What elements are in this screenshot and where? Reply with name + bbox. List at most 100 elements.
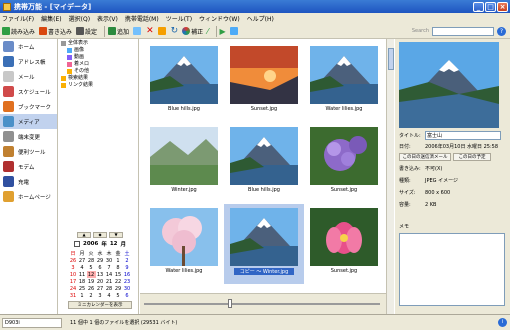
media-thumbnail[interactable]: Blue hills.jpg: [224, 123, 304, 203]
calendar-day[interactable]: 6: [96, 264, 105, 271]
tree-item-other[interactable]: その他: [61, 68, 136, 75]
sidebar-item-media[interactable]: メディア: [0, 114, 57, 129]
scrollbar-thumb[interactable]: [388, 48, 394, 70]
menu-file[interactable]: ファイル(F): [2, 14, 34, 23]
calendar-day[interactable]: 23: [123, 278, 132, 285]
search-input[interactable]: [432, 26, 494, 36]
menu-select[interactable]: 選択(Q): [69, 14, 90, 23]
calendar-day[interactable]: 14: [105, 271, 114, 278]
show-mini-calendar-button[interactable]: ミニカレンダーを表示: [68, 301, 132, 309]
close-button[interactable]: ×: [497, 1, 508, 12]
memo-textarea[interactable]: [399, 233, 505, 306]
sidebar-item-mail[interactable]: メール: [0, 69, 57, 84]
calendar-day[interactable]: 5: [114, 292, 123, 299]
day-schedule-button[interactable]: この日の予定: [453, 153, 491, 161]
calendar-day[interactable]: 7: [105, 264, 114, 271]
calendar-day[interactable]: 24: [69, 285, 78, 292]
calendar-day[interactable]: 25: [78, 285, 87, 292]
today-button[interactable]: ◆: [93, 232, 107, 238]
calendar-day[interactable]: 1: [114, 257, 123, 264]
device-selector[interactable]: D903i: [2, 317, 62, 328]
sidebar-item-address-book[interactable]: アドレス帳: [0, 54, 57, 69]
media-thumbnail[interactable]: Sunset.jpg: [224, 42, 304, 122]
sidebar-item-bookmark[interactable]: ブックマーク: [0, 99, 57, 114]
slider-knob[interactable]: [228, 299, 232, 308]
calendar-day[interactable]: 21: [105, 278, 114, 285]
calendar-day[interactable]: 6: [123, 292, 132, 299]
tree-item-video[interactable]: 動画: [61, 54, 136, 61]
sidebar-item-schedule[interactable]: スケジュール: [0, 84, 57, 99]
sidebar-item-home[interactable]: ホーム: [0, 39, 57, 54]
prev-year-button[interactable]: ▲: [77, 232, 91, 238]
calendar-day[interactable]: 10: [69, 271, 78, 278]
media-thumbnail[interactable]: Sunset.jpg: [304, 204, 384, 284]
media-thumbnail[interactable]: Winter.jpg: [144, 123, 224, 203]
tree-item-ringtone[interactable]: 着メロ: [61, 61, 136, 68]
calendar-day[interactable]: 26: [87, 285, 96, 292]
tree-item-images[interactable]: 画像: [61, 47, 136, 54]
write-button[interactable]: 書き込み: [39, 27, 72, 36]
calendar-day[interactable]: 29: [96, 257, 105, 264]
menu-edit[interactable]: 編集(E): [41, 14, 61, 23]
sidebar-item-tools[interactable]: 便利ツール: [0, 144, 57, 159]
move-button[interactable]: [157, 27, 167, 35]
delete-button[interactable]: ✕: [146, 26, 154, 36]
vertical-scrollbar[interactable]: [386, 39, 394, 314]
sidebar-item-charge[interactable]: 充電: [0, 174, 57, 189]
media-thumbnail[interactable]: Water lilies.jpg: [304, 42, 384, 122]
media-thumbnail[interactable]: コピー ～ Winter.jpg: [224, 204, 304, 284]
calendar-day[interactable]: 8: [114, 264, 123, 271]
menu-phone[interactable]: 携帯電話(M): [125, 14, 159, 23]
calendar-day[interactable]: 9: [123, 264, 132, 271]
tree-item-link-results[interactable]: リンク結果: [61, 82, 136, 89]
view-button[interactable]: [229, 27, 239, 35]
calendar-year[interactable]: 2006: [83, 241, 98, 247]
media-thumbnail[interactable]: Blue hills.jpg: [144, 42, 224, 122]
add-button[interactable]: 追加: [108, 27, 129, 36]
calendar-day[interactable]: 28: [105, 285, 114, 292]
title-field[interactable]: 富士山: [425, 131, 501, 140]
calendar-day[interactable]: 11: [78, 271, 87, 278]
calendar-day[interactable]: 4: [78, 264, 87, 271]
menu-help[interactable]: ヘルプ(H): [247, 14, 274, 23]
play-button[interactable]: ▶: [220, 27, 226, 36]
draw-button[interactable]: ⁄: [207, 27, 208, 36]
tree-item-all[interactable]: 全体表示: [61, 40, 136, 47]
settings-button[interactable]: 設定: [76, 27, 97, 36]
maximize-button[interactable]: □: [485, 1, 496, 12]
calendar-day[interactable]: 30: [123, 285, 132, 292]
read-button[interactable]: 読み込み: [2, 27, 35, 36]
calendar-day[interactable]: 26: [69, 257, 78, 264]
calendar-day[interactable]: 20: [96, 278, 105, 285]
edit-button[interactable]: 補正: [182, 27, 203, 36]
calendar-day[interactable]: 30: [105, 257, 114, 264]
calendar-checkbox[interactable]: [74, 241, 80, 247]
slider-track[interactable]: [144, 303, 380, 305]
calendar-day[interactable]: 29: [114, 285, 123, 292]
calendar-day[interactable]: 3: [96, 292, 105, 299]
menu-view[interactable]: 表示(V): [97, 14, 118, 23]
next-year-button[interactable]: ▼: [109, 232, 123, 238]
calendar-day[interactable]: 19: [87, 278, 96, 285]
calendar-day[interactable]: 5: [87, 264, 96, 271]
calendar-day[interactable]: 2: [87, 292, 96, 299]
minimize-button[interactable]: _: [473, 1, 484, 12]
calendar-day[interactable]: 1: [78, 292, 87, 299]
sent-mail-button[interactable]: この日の送信済メール: [399, 153, 451, 161]
menu-tools[interactable]: ツール(T): [166, 14, 192, 23]
calendar-day[interactable]: 16: [123, 271, 132, 278]
calendar-day[interactable]: 28: [87, 257, 96, 264]
sidebar-item-modem[interactable]: モデム: [0, 159, 57, 174]
calendar-day[interactable]: 27: [78, 257, 87, 264]
calendar-day[interactable]: 17: [69, 278, 78, 285]
menu-window[interactable]: ウィンドウ(W): [199, 14, 240, 23]
info-icon[interactable]: i: [498, 318, 507, 327]
sidebar-item-device-change[interactable]: 端末変更: [0, 129, 57, 144]
calendar-month[interactable]: 12: [110, 241, 118, 247]
media-thumbnail[interactable]: Water lilies.jpg: [144, 204, 224, 284]
refresh-button[interactable]: ↻: [171, 26, 179, 36]
calendar-day[interactable]: 18: [78, 278, 87, 285]
help-icon[interactable]: ?: [497, 26, 506, 36]
calendar-day[interactable]: 3: [69, 264, 78, 271]
media-thumbnail[interactable]: Sunset.jpg: [304, 123, 384, 203]
